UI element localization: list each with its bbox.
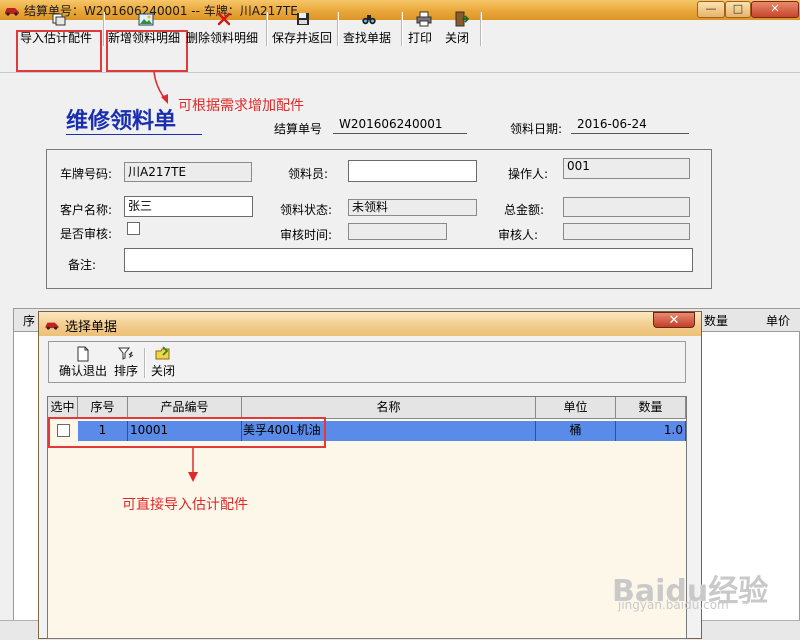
- copy-docs-icon: [52, 13, 66, 26]
- delete-detail-button[interactable]: 删除领料明细: [186, 11, 262, 47]
- row-unit[interactable]: 桶: [536, 421, 616, 441]
- annotation-highlight-row: [48, 417, 326, 448]
- exit-door-icon: [455, 11, 469, 27]
- settlement-no-label: 结算单号: [274, 122, 323, 136]
- form-title-underline: [66, 134, 202, 135]
- confirm-exit-button[interactable]: 确认退出: [57, 346, 109, 379]
- annotation-highlight-import: [16, 30, 102, 72]
- minimize-button[interactable]: —: [697, 1, 725, 18]
- window-close-button[interactable]: ✕: [751, 1, 799, 18]
- audited-checkbox[interactable]: [127, 222, 140, 235]
- grid-header-price: 单价: [766, 314, 791, 328]
- operator-field[interactable]: 001: [563, 158, 690, 179]
- annotation-arrow-icon: [188, 448, 198, 482]
- settlement-no-underline: [333, 133, 467, 134]
- toolbar-separator: [337, 12, 339, 46]
- delete-detail-label: 删除领料明细: [186, 31, 259, 45]
- plate-field[interactable]: 川A217TE: [124, 162, 252, 182]
- col-header-index[interactable]: 序号: [78, 397, 128, 418]
- status-field[interactable]: 未领料: [348, 199, 477, 216]
- toolbar-separator: [103, 12, 105, 46]
- row-qty[interactable]: 1.0: [616, 421, 686, 441]
- picker-label: 领料员:: [288, 167, 329, 181]
- annotation-direct-import: 可直接导入估计配件: [122, 497, 248, 513]
- col-header-qty[interactable]: 数量: [616, 397, 686, 418]
- form-title: 维修领料单: [66, 108, 177, 134]
- printer-icon: [416, 11, 432, 27]
- toolbar-separator: [144, 348, 146, 378]
- print-button[interactable]: 打印: [408, 11, 440, 47]
- settlement-no-value: W201606240001: [339, 117, 443, 131]
- dialog-close-button[interactable]: ✕: [653, 312, 695, 328]
- save-disk-icon: [297, 13, 309, 25]
- sort-button[interactable]: 排序: [112, 346, 140, 379]
- close-button[interactable]: 关闭: [445, 11, 477, 47]
- col-header-code[interactable]: 产品编号: [128, 397, 242, 418]
- status-label: 领料状态:: [280, 203, 333, 217]
- find-doc-button[interactable]: 查找单据: [343, 11, 395, 47]
- col-header-name[interactable]: 名称: [242, 397, 536, 418]
- date-underline: [571, 133, 689, 134]
- dialog-title: 选择单据: [65, 320, 118, 335]
- picker-field[interactable]: [348, 160, 477, 182]
- close-label: 关闭: [445, 31, 470, 45]
- save-return-label: 保存并返回: [272, 31, 333, 45]
- annotation-add-parts: 可根据需求增加配件: [178, 98, 304, 114]
- dialog-close-tool-label: 关闭: [150, 364, 175, 378]
- sort-label: 排序: [113, 364, 138, 378]
- delete-x-icon: [217, 12, 231, 26]
- find-doc-label: 查找单据: [343, 31, 392, 45]
- audited-label: 是否审核:: [60, 227, 113, 241]
- car-icon: [5, 8, 19, 16]
- document-icon: [77, 346, 89, 362]
- car-icon: [45, 322, 59, 330]
- folder-arrow-icon: [155, 346, 170, 360]
- col-header-unit[interactable]: 单位: [536, 397, 616, 418]
- remark-label: 备注:: [68, 258, 97, 272]
- print-label: 打印: [408, 31, 433, 45]
- sort-filter-icon: [118, 347, 134, 360]
- picture-add-icon: [138, 13, 154, 26]
- date-value: 2016-06-24: [577, 117, 647, 131]
- date-label: 领料日期:: [510, 122, 563, 136]
- auditor-label: 审核人:: [498, 228, 539, 242]
- audit-time-label: 审核时间:: [280, 228, 333, 242]
- toolbar-separator: [401, 12, 403, 46]
- binoculars-icon: [362, 15, 376, 25]
- remark-field[interactable]: [124, 248, 693, 272]
- audit-time-field[interactable]: [348, 223, 447, 240]
- grid-header-qty: 数量: [704, 314, 729, 328]
- watermark-url: jingyan.baidu.com: [618, 598, 729, 612]
- plate-label: 车牌号码:: [60, 167, 113, 181]
- dialog-title-bar: 选择单据: [39, 312, 701, 336]
- toolbar-separator: [266, 12, 268, 46]
- col-header-selected[interactable]: 选中: [48, 397, 78, 418]
- annotation-highlight-add: [106, 30, 188, 72]
- total-field[interactable]: [563, 197, 690, 217]
- customer-label: 客户名称:: [60, 203, 113, 217]
- total-label: 总金额:: [504, 203, 545, 217]
- grid-header-seq: 序: [23, 314, 36, 328]
- customer-field[interactable]: 张三: [124, 196, 253, 217]
- save-return-button[interactable]: 保存并返回: [272, 11, 334, 47]
- maximize-button[interactable]: □: [725, 1, 751, 18]
- toolbar-separator: [480, 12, 482, 46]
- confirm-exit-label: 确认退出: [58, 364, 107, 378]
- auditor-field[interactable]: [563, 223, 690, 240]
- operator-label: 操作人:: [508, 167, 549, 181]
- dialog-close-tool-button[interactable]: 关闭: [149, 346, 177, 379]
